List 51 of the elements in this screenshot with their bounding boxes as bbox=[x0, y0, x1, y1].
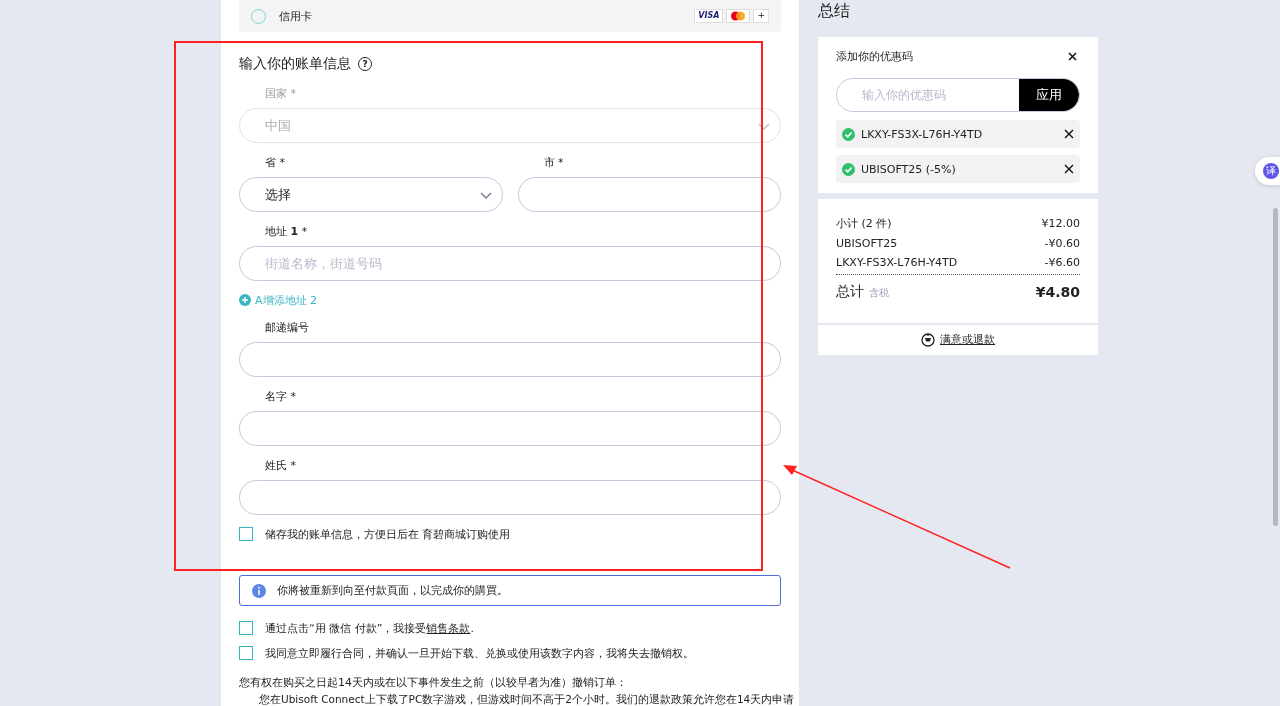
close-icon bbox=[1064, 164, 1074, 174]
field-label: 名字 * bbox=[264, 389, 297, 405]
field-label: 邮递编号 bbox=[264, 320, 310, 336]
summary-title: 总结 bbox=[818, 0, 851, 22]
close-icon bbox=[1068, 51, 1077, 61]
total-label: 总计 bbox=[836, 282, 864, 299]
cart-circle-icon bbox=[921, 332, 935, 347]
remove-button[interactable] bbox=[1064, 129, 1074, 139]
line-label: LKXY-FS3X-L76H-Y4TD bbox=[836, 255, 958, 271]
tax-note: 含税 bbox=[869, 286, 889, 298]
consent-text: 我同意立即履行合同，并确认一旦开始下载、兑换或使用该数字内容，我将失去撤销权。 bbox=[265, 645, 694, 661]
payment-option[interactable]: 信用卡 VISA + bbox=[239, 0, 781, 32]
field-label: 地址 1* bbox=[264, 224, 309, 240]
total-amount: ¥4.80 bbox=[1035, 283, 1080, 300]
chevron-down-icon bbox=[757, 120, 771, 131]
close-icon bbox=[1064, 129, 1074, 139]
info-icon bbox=[252, 583, 266, 598]
field-label: 姓氏 * bbox=[264, 458, 297, 474]
translate-button[interactable]: 译 bbox=[1255, 157, 1280, 185]
field-label: 省 * bbox=[264, 155, 286, 171]
checkbox[interactable] bbox=[239, 646, 253, 660]
coupon-code: LKXY-FS3X-L76H-Y4TD bbox=[861, 127, 983, 141]
apply-button[interactable]: 应用 bbox=[1019, 79, 1079, 111]
coupon-code: UBISOFT25 (-5%) bbox=[861, 162, 956, 176]
plus-circle-icon bbox=[239, 294, 251, 306]
info-text: 你將被重新到向至付款頁面，以完成你的購買。 bbox=[277, 583, 508, 598]
field-label: 国家 * bbox=[264, 86, 297, 102]
consent-text: 通过点击“用 微信 付款”，我接受销售条款. bbox=[265, 620, 474, 636]
check-circle-icon bbox=[842, 127, 855, 141]
section-title: 输入你的账单信息 bbox=[239, 55, 351, 73]
remove-button[interactable] bbox=[1064, 164, 1074, 174]
coupon-title: 添加你的优惠码 bbox=[836, 48, 913, 64]
card-logo-icon bbox=[730, 11, 747, 21]
more-cards-label: + bbox=[753, 9, 769, 23]
payment-label: 信用卡 bbox=[279, 8, 312, 24]
line-label: UBISOFT25 bbox=[836, 235, 898, 252]
chevron-down-icon bbox=[478, 189, 493, 200]
withdrawal-text: 您有权在购买之日起14天内或在以下事件发生之前（以较早者为准）撤销订单： bbox=[239, 675, 628, 691]
scrollbar-thumb[interactable] bbox=[1273, 208, 1278, 526]
checkbox-label: 储存我的账单信息，方便日后在 育碧商城订购使用 bbox=[265, 526, 511, 542]
coupon-field[interactable]: 输入你的优惠码 应用 bbox=[836, 78, 1080, 112]
line-amount: ¥12.00 bbox=[1041, 216, 1080, 232]
checkbox[interactable] bbox=[239, 527, 253, 541]
line-amount: -¥6.60 bbox=[1044, 255, 1080, 271]
visa-logo: VISA bbox=[694, 9, 724, 23]
line-amount: -¥0.60 bbox=[1044, 235, 1080, 252]
withdrawal-text: 您在Ubisoft Connect上下载了PC数字游戏，但游戏时间不高于2个小时。我们的退款政策允许您在14天内申请 bbox=[258, 692, 795, 706]
field-label: 市 * bbox=[542, 155, 565, 171]
check-circle-icon bbox=[842, 162, 855, 176]
line-label: 小计 (2 件) bbox=[836, 216, 892, 232]
checkbox[interactable] bbox=[239, 621, 253, 635]
